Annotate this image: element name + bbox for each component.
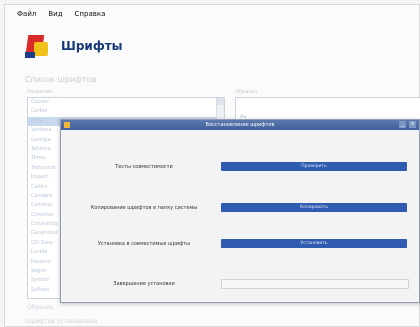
page-title: Шрифты xyxy=(61,39,123,53)
finish-install-label: Завершение установки xyxy=(113,281,175,287)
list-item[interactable]: Courier xyxy=(28,98,224,107)
sample-label: Образец xyxy=(27,304,54,311)
menu-view[interactable]: Вид xyxy=(48,10,62,18)
scroll-up-icon[interactable] xyxy=(217,98,224,105)
dialog-app-icon xyxy=(64,122,70,128)
section-label: Список шрифтов xyxy=(25,75,97,84)
page-header: Шрифты xyxy=(23,29,123,63)
list-item[interactable]: Corbel xyxy=(28,107,224,116)
install-fonts-button[interactable]: Установить xyxy=(221,239,407,248)
copy-fonts-label: Копирование шрифтов в папку системы xyxy=(90,205,198,211)
dialog-title-bar: Восстановление шрифтов _ × xyxy=(61,120,419,130)
compatibility-test-label: Тесты совместимости xyxy=(115,164,173,170)
status-text: Шрифтов установлено xyxy=(25,318,98,325)
menu-help[interactable]: Справка xyxy=(75,10,106,18)
dialog-title: Восстановление шрифтов xyxy=(205,122,275,128)
copy-fonts-button[interactable]: Копировать xyxy=(221,203,407,212)
finish-install-progress xyxy=(221,279,409,289)
column-name-header: Название xyxy=(27,89,53,95)
fonts-app-icon xyxy=(23,32,51,60)
minimize-icon[interactable]: _ xyxy=(399,121,406,128)
menu-bar: Файл Вид Справка xyxy=(5,5,419,23)
compatibility-test-button[interactable]: Проверить xyxy=(221,162,407,171)
close-icon[interactable]: × xyxy=(409,121,416,128)
column-preview-header: Образец xyxy=(235,89,258,95)
install-dialog: Восстановление шрифтов _ × Тесты совмест… xyxy=(60,119,420,303)
menu-file[interactable]: Файл xyxy=(17,10,36,18)
install-fonts-label: Установка в совместимые шрифты xyxy=(97,241,191,247)
